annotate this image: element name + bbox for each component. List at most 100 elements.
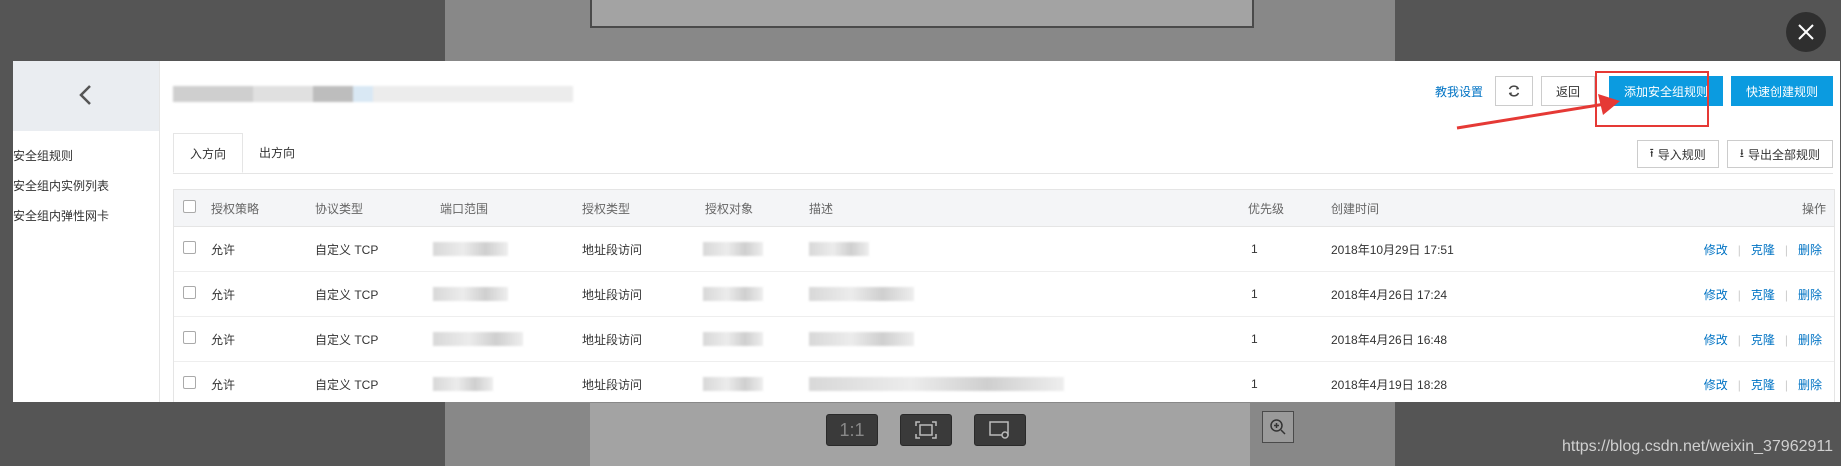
close-button[interactable] — [1786, 12, 1826, 52]
row-protocol: 自定义 TCP — [315, 332, 379, 347]
edit-link[interactable]: 修改 — [1704, 378, 1728, 392]
col-created: 创建时间 — [1331, 201, 1380, 216]
background-document-top — [590, 0, 1254, 28]
tab-outbound[interactable]: 出方向 — [243, 133, 311, 173]
row-auth-type: 地址段访问 — [582, 332, 643, 347]
row-created: 2018年4月26日 16:48 — [1331, 332, 1448, 347]
tab-actions: ⭱ 导入规则 ⭳ 导出全部规则 — [1636, 140, 1833, 168]
row-port-blurred — [433, 332, 523, 346]
clone-link[interactable]: 克隆 — [1751, 288, 1775, 302]
upload-icon: ⭱ — [1649, 145, 1654, 160]
viewer-toolbar: 1:1 — [826, 414, 1026, 446]
row-priority: 1 — [1251, 242, 1258, 256]
sidebar-header — [13, 61, 159, 131]
clone-link[interactable]: 克隆 — [1751, 333, 1775, 347]
table-row: 允许 自定义 TCP 地址段访问 1 2018年4月26日 16:48 修改 | 克… — [174, 317, 1834, 362]
row-description-blurred — [809, 242, 869, 256]
col-priority: 优先级 — [1248, 201, 1285, 216]
zoom-in-icon — [1270, 419, 1286, 435]
row-protocol: 自定义 TCP — [315, 377, 379, 392]
clone-link[interactable]: 克隆 — [1751, 243, 1775, 257]
col-protocol: 协议类型 — [315, 201, 364, 216]
zoom-in-button[interactable] — [1262, 411, 1294, 443]
quick-create-button[interactable]: 快速创建规则 — [1730, 76, 1833, 106]
col-ops: 操作 — [1801, 201, 1826, 216]
row-description-blurred — [809, 287, 914, 301]
row-protocol: 自定义 TCP — [315, 287, 379, 302]
clone-link[interactable]: 克隆 — [1751, 378, 1775, 392]
open-original-icon — [989, 421, 1009, 439]
sidebar-item-rules[interactable]: 安全组规则 — [13, 141, 159, 171]
rules-table: 授权策略 协议类型 端口范围 授权类型 授权对象 描述 优先级 创建时间 操作 … — [173, 189, 1835, 402]
sidebar-item-instances[interactable]: 安全组内实例列表 — [13, 171, 159, 201]
sidebar: 安全组规则 安全组内实例列表 安全组内弹性网卡 — [13, 61, 160, 402]
row-description-blurred — [809, 332, 914, 346]
export-rules-label: 导出全部规则 — [1747, 147, 1820, 162]
back-arrow-icon[interactable] — [78, 84, 94, 109]
row-checkbox[interactable] — [183, 331, 196, 347]
sidebar-item-eni[interactable]: 安全组内弹性网卡 — [13, 201, 159, 231]
col-description: 描述 — [809, 201, 834, 216]
row-ops: 修改 | 克隆 | 删除 — [1703, 332, 1822, 347]
row-description-blurred — [809, 377, 1064, 391]
col-policy: 授权策略 — [211, 201, 260, 216]
open-original-button[interactable] — [974, 414, 1026, 446]
page-title-blurred — [173, 86, 573, 102]
import-rules-label: 导入规则 — [1657, 147, 1706, 162]
row-port-blurred — [433, 242, 508, 256]
row-policy: 允许 — [211, 287, 236, 302]
row-auth-type: 地址段访问 — [582, 242, 643, 257]
import-rules-button[interactable]: ⭱ 导入规则 — [1636, 140, 1719, 168]
row-port-blurred — [433, 377, 493, 391]
col-auth-type: 授权类型 — [582, 201, 631, 216]
row-policy: 允许 — [211, 377, 236, 392]
row-ops: 修改 | 克隆 | 删除 — [1703, 377, 1822, 392]
edit-link[interactable]: 修改 — [1704, 288, 1728, 302]
row-policy: 允许 — [211, 332, 236, 347]
fit-screen-button[interactable] — [900, 414, 952, 446]
fit-screen-icon — [915, 421, 937, 439]
col-auth-object: 授权对象 — [705, 201, 754, 216]
delete-link[interactable]: 删除 — [1798, 333, 1822, 347]
row-port-blurred — [433, 287, 508, 301]
sidebar-nav: 安全组规则 安全组内实例列表 安全组内弹性网卡 — [13, 141, 159, 231]
row-auth-type: 地址段访问 — [582, 287, 643, 302]
delete-link[interactable]: 删除 — [1798, 243, 1822, 257]
row-priority: 1 — [1251, 287, 1258, 301]
edit-link[interactable]: 修改 — [1704, 243, 1728, 257]
delete-link[interactable]: 删除 — [1798, 288, 1822, 302]
annotation-arrow-icon — [1456, 94, 1620, 130]
tab-inbound[interactable]: 入方向 — [173, 133, 244, 173]
row-created: 2018年4月19日 18:28 — [1331, 377, 1448, 392]
download-icon: ⭳ — [1739, 145, 1744, 160]
table-row: 允许 自定义 TCP 地址段访问 1 2018年4月19日 18:28 修改 | 克… — [174, 362, 1834, 402]
col-port: 端口范围 — [440, 201, 489, 216]
row-checkbox[interactable] — [183, 376, 196, 392]
row-priority: 1 — [1251, 332, 1258, 346]
row-checkbox[interactable] — [183, 286, 196, 302]
one-to-one-button[interactable]: 1:1 — [826, 414, 878, 446]
row-ops: 修改 | 克隆 | 删除 — [1703, 287, 1822, 302]
row-priority: 1 — [1251, 377, 1258, 391]
row-auth-object-blurred — [703, 287, 763, 301]
row-checkbox[interactable] — [183, 241, 196, 257]
row-created: 2018年4月26日 17:24 — [1331, 287, 1448, 302]
row-auth-object-blurred — [703, 377, 763, 391]
row-auth-object-blurred — [703, 242, 763, 256]
row-ops: 修改 | 克隆 | 删除 — [1703, 242, 1822, 257]
close-icon — [1798, 24, 1814, 40]
table-header: 授权策略 协议类型 端口范围 授权类型 授权对象 描述 优先级 创建时间 操作 — [174, 190, 1834, 227]
row-auth-object-blurred — [703, 332, 763, 346]
row-policy: 允许 — [211, 242, 236, 257]
row-auth-type: 地址段访问 — [582, 377, 643, 392]
tabs-row: 入方向 出方向 ⭱ 导入规则 ⭳ 导出全部规则 — [173, 133, 1833, 174]
table-row: 允许 自定义 TCP 地址段访问 1 2018年4月26日 17:24 修改 | 克… — [174, 272, 1834, 317]
delete-link[interactable]: 删除 — [1798, 378, 1822, 392]
select-all-checkbox[interactable] — [183, 200, 196, 216]
watermark: https://blog.csdn.net/weixin_37962911 — [1561, 438, 1833, 455]
row-protocol: 自定义 TCP — [315, 242, 379, 257]
table-row: 允许 自定义 TCP 地址段访问 1 2018年10月29日 17:51 修改 |… — [174, 227, 1834, 272]
row-created: 2018年10月29日 17:51 — [1331, 242, 1454, 257]
export-rules-button[interactable]: ⭳ 导出全部规则 — [1726, 140, 1833, 168]
edit-link[interactable]: 修改 — [1704, 333, 1728, 347]
